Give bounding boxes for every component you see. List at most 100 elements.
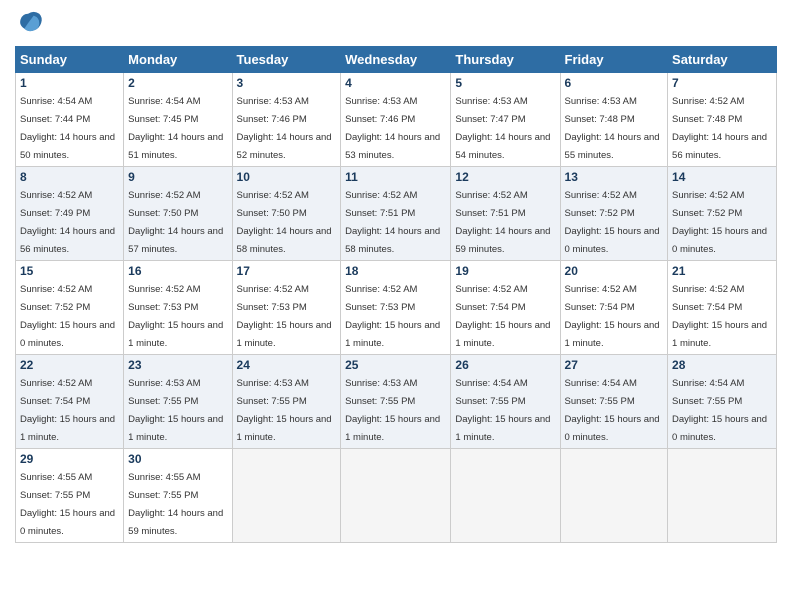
day-detail: Sunrise: 4:53 AMSunset: 7:46 PMDaylight:… xyxy=(345,96,440,161)
day-number: 13 xyxy=(565,170,664,184)
calendar-cell: 12 Sunrise: 4:52 AMSunset: 7:51 PMDaylig… xyxy=(451,167,560,261)
calendar-week-2: 8 Sunrise: 4:52 AMSunset: 7:49 PMDayligh… xyxy=(16,167,777,261)
calendar-cell: 30 Sunrise: 4:55 AMSunset: 7:55 PMDaylig… xyxy=(124,449,232,543)
day-detail: Sunrise: 4:55 AMSunset: 7:55 PMDaylight:… xyxy=(20,472,115,537)
day-detail: Sunrise: 4:52 AMSunset: 7:53 PMDaylight:… xyxy=(237,284,332,349)
day-number: 17 xyxy=(237,264,337,278)
calendar-cell: 22 Sunrise: 4:52 AMSunset: 7:54 PMDaylig… xyxy=(16,355,124,449)
day-detail: Sunrise: 4:52 AMSunset: 7:52 PMDaylight:… xyxy=(565,190,660,255)
day-detail: Sunrise: 4:54 AMSunset: 7:55 PMDaylight:… xyxy=(672,378,767,443)
calendar-cell: 7 Sunrise: 4:52 AMSunset: 7:48 PMDayligh… xyxy=(668,73,777,167)
calendar-cell: 19 Sunrise: 4:52 AMSunset: 7:54 PMDaylig… xyxy=(451,261,560,355)
calendar-cell: 1 Sunrise: 4:54 AMSunset: 7:44 PMDayligh… xyxy=(16,73,124,167)
calendar: SundayMondayTuesdayWednesdayThursdayFrid… xyxy=(15,46,777,543)
calendar-cell: 14 Sunrise: 4:52 AMSunset: 7:52 PMDaylig… xyxy=(668,167,777,261)
calendar-cell: 18 Sunrise: 4:52 AMSunset: 7:53 PMDaylig… xyxy=(341,261,451,355)
page: SundayMondayTuesdayWednesdayThursdayFrid… xyxy=(0,0,792,612)
calendar-cell: 21 Sunrise: 4:52 AMSunset: 7:54 PMDaylig… xyxy=(668,261,777,355)
day-number: 20 xyxy=(565,264,664,278)
calendar-cell: 16 Sunrise: 4:52 AMSunset: 7:53 PMDaylig… xyxy=(124,261,232,355)
col-header-monday: Monday xyxy=(124,47,232,73)
day-detail: Sunrise: 4:53 AMSunset: 7:46 PMDaylight:… xyxy=(237,96,332,161)
day-detail: Sunrise: 4:53 AMSunset: 7:47 PMDaylight:… xyxy=(455,96,550,161)
calendar-cell: 29 Sunrise: 4:55 AMSunset: 7:55 PMDaylig… xyxy=(16,449,124,543)
calendar-cell: 20 Sunrise: 4:52 AMSunset: 7:54 PMDaylig… xyxy=(560,261,668,355)
day-number: 4 xyxy=(345,76,446,90)
day-detail: Sunrise: 4:52 AMSunset: 7:54 PMDaylight:… xyxy=(672,284,767,349)
day-number: 15 xyxy=(20,264,119,278)
day-number: 5 xyxy=(455,76,555,90)
calendar-cell: 23 Sunrise: 4:53 AMSunset: 7:55 PMDaylig… xyxy=(124,355,232,449)
header xyxy=(15,10,777,38)
calendar-header-row: SundayMondayTuesdayWednesdayThursdayFrid… xyxy=(16,47,777,73)
day-detail: Sunrise: 4:52 AMSunset: 7:48 PMDaylight:… xyxy=(672,96,767,161)
calendar-cell xyxy=(232,449,341,543)
calendar-cell xyxy=(668,449,777,543)
calendar-cell: 5 Sunrise: 4:53 AMSunset: 7:47 PMDayligh… xyxy=(451,73,560,167)
day-detail: Sunrise: 4:54 AMSunset: 7:55 PMDaylight:… xyxy=(455,378,550,443)
calendar-cell: 11 Sunrise: 4:52 AMSunset: 7:51 PMDaylig… xyxy=(341,167,451,261)
day-number: 18 xyxy=(345,264,446,278)
calendar-cell xyxy=(341,449,451,543)
calendar-cell: 24 Sunrise: 4:53 AMSunset: 7:55 PMDaylig… xyxy=(232,355,341,449)
day-number: 19 xyxy=(455,264,555,278)
day-number: 6 xyxy=(565,76,664,90)
day-number: 23 xyxy=(128,358,227,372)
calendar-week-5: 29 Sunrise: 4:55 AMSunset: 7:55 PMDaylig… xyxy=(16,449,777,543)
day-detail: Sunrise: 4:52 AMSunset: 7:52 PMDaylight:… xyxy=(672,190,767,255)
day-number: 11 xyxy=(345,170,446,184)
calendar-week-1: 1 Sunrise: 4:54 AMSunset: 7:44 PMDayligh… xyxy=(16,73,777,167)
day-detail: Sunrise: 4:52 AMSunset: 7:51 PMDaylight:… xyxy=(345,190,440,255)
day-number: 27 xyxy=(565,358,664,372)
day-detail: Sunrise: 4:52 AMSunset: 7:53 PMDaylight:… xyxy=(345,284,440,349)
day-detail: Sunrise: 4:52 AMSunset: 7:53 PMDaylight:… xyxy=(128,284,223,349)
day-number: 1 xyxy=(20,76,119,90)
day-detail: Sunrise: 4:52 AMSunset: 7:52 PMDaylight:… xyxy=(20,284,115,349)
day-number: 24 xyxy=(237,358,337,372)
calendar-cell: 10 Sunrise: 4:52 AMSunset: 7:50 PMDaylig… xyxy=(232,167,341,261)
col-header-saturday: Saturday xyxy=(668,47,777,73)
day-number: 8 xyxy=(20,170,119,184)
calendar-cell: 13 Sunrise: 4:52 AMSunset: 7:52 PMDaylig… xyxy=(560,167,668,261)
day-number: 10 xyxy=(237,170,337,184)
calendar-cell xyxy=(560,449,668,543)
day-number: 26 xyxy=(455,358,555,372)
col-header-tuesday: Tuesday xyxy=(232,47,341,73)
calendar-week-3: 15 Sunrise: 4:52 AMSunset: 7:52 PMDaylig… xyxy=(16,261,777,355)
day-detail: Sunrise: 4:54 AMSunset: 7:45 PMDaylight:… xyxy=(128,96,223,161)
day-detail: Sunrise: 4:54 AMSunset: 7:44 PMDaylight:… xyxy=(20,96,115,161)
day-number: 9 xyxy=(128,170,227,184)
calendar-cell: 2 Sunrise: 4:54 AMSunset: 7:45 PMDayligh… xyxy=(124,73,232,167)
calendar-week-4: 22 Sunrise: 4:52 AMSunset: 7:54 PMDaylig… xyxy=(16,355,777,449)
col-header-friday: Friday xyxy=(560,47,668,73)
day-number: 29 xyxy=(20,452,119,466)
day-number: 14 xyxy=(672,170,772,184)
day-number: 12 xyxy=(455,170,555,184)
day-detail: Sunrise: 4:52 AMSunset: 7:54 PMDaylight:… xyxy=(20,378,115,443)
day-detail: Sunrise: 4:52 AMSunset: 7:54 PMDaylight:… xyxy=(565,284,660,349)
calendar-cell: 4 Sunrise: 4:53 AMSunset: 7:46 PMDayligh… xyxy=(341,73,451,167)
day-detail: Sunrise: 4:52 AMSunset: 7:54 PMDaylight:… xyxy=(455,284,550,349)
day-number: 30 xyxy=(128,452,227,466)
calendar-cell: 15 Sunrise: 4:52 AMSunset: 7:52 PMDaylig… xyxy=(16,261,124,355)
day-detail: Sunrise: 4:52 AMSunset: 7:50 PMDaylight:… xyxy=(128,190,223,255)
calendar-cell: 28 Sunrise: 4:54 AMSunset: 7:55 PMDaylig… xyxy=(668,355,777,449)
day-detail: Sunrise: 4:53 AMSunset: 7:55 PMDaylight:… xyxy=(345,378,440,443)
calendar-cell: 25 Sunrise: 4:53 AMSunset: 7:55 PMDaylig… xyxy=(341,355,451,449)
day-detail: Sunrise: 4:52 AMSunset: 7:51 PMDaylight:… xyxy=(455,190,550,255)
day-number: 22 xyxy=(20,358,119,372)
day-number: 25 xyxy=(345,358,446,372)
calendar-cell: 26 Sunrise: 4:54 AMSunset: 7:55 PMDaylig… xyxy=(451,355,560,449)
day-detail: Sunrise: 4:54 AMSunset: 7:55 PMDaylight:… xyxy=(565,378,660,443)
day-detail: Sunrise: 4:53 AMSunset: 7:48 PMDaylight:… xyxy=(565,96,660,161)
col-header-wednesday: Wednesday xyxy=(341,47,451,73)
day-detail: Sunrise: 4:52 AMSunset: 7:49 PMDaylight:… xyxy=(20,190,115,255)
day-detail: Sunrise: 4:55 AMSunset: 7:55 PMDaylight:… xyxy=(128,472,223,537)
calendar-cell: 6 Sunrise: 4:53 AMSunset: 7:48 PMDayligh… xyxy=(560,73,668,167)
day-detail: Sunrise: 4:52 AMSunset: 7:50 PMDaylight:… xyxy=(237,190,332,255)
calendar-cell xyxy=(451,449,560,543)
col-header-thursday: Thursday xyxy=(451,47,560,73)
day-number: 21 xyxy=(672,264,772,278)
logo xyxy=(15,10,47,38)
calendar-cell: 17 Sunrise: 4:52 AMSunset: 7:53 PMDaylig… xyxy=(232,261,341,355)
